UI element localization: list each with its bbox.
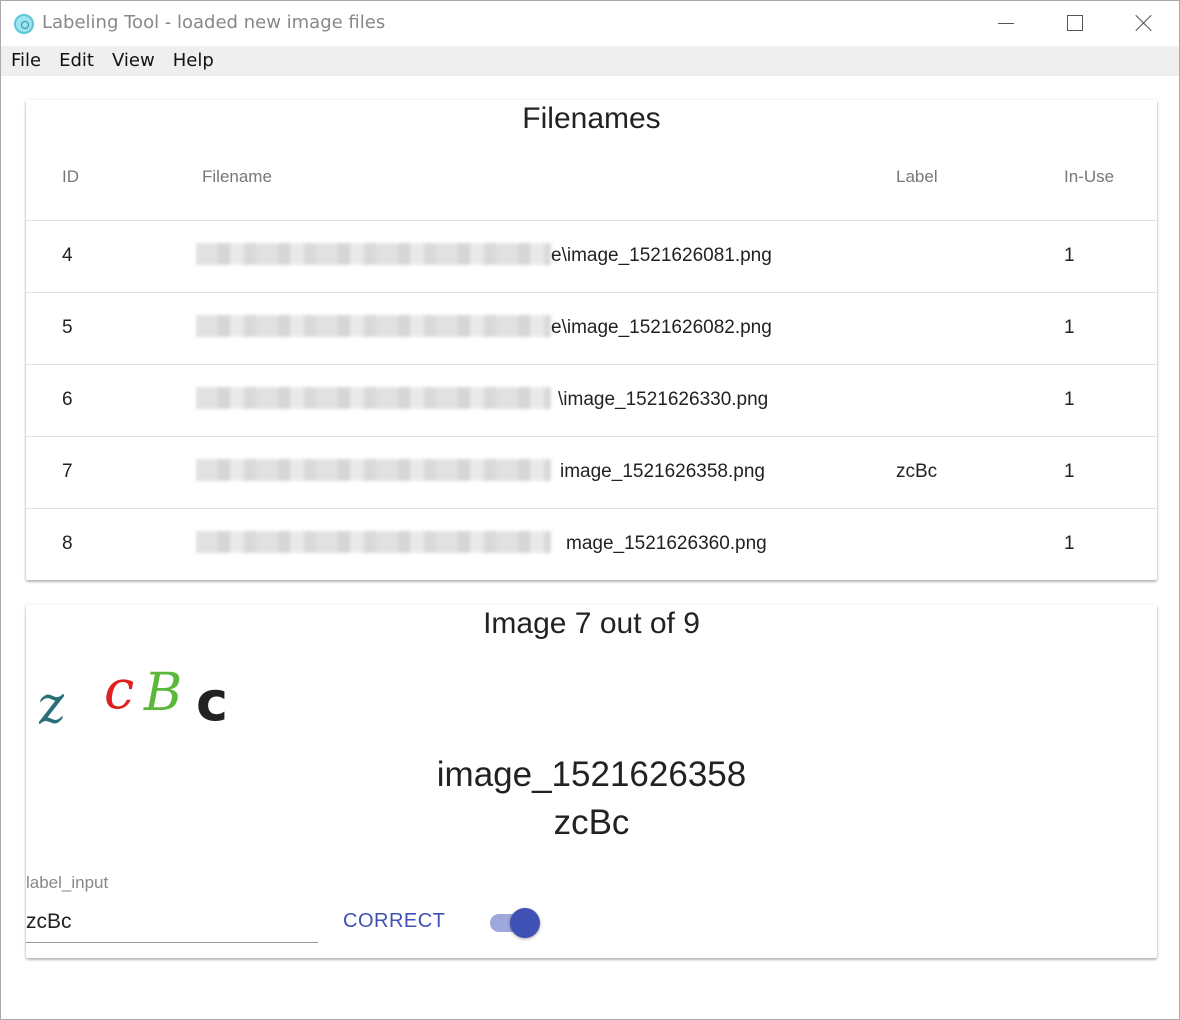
captcha-letters: z c B c: [36, 660, 228, 735]
table-row[interactable]: 6 \image_1521626330.png 1: [26, 364, 1157, 436]
cell-filename: \image_1521626330.png: [196, 386, 796, 411]
menu-bar: File Edit View Help: [1, 46, 1179, 76]
column-header-id: ID: [62, 167, 79, 186]
window-title: Labeling Tool - loaded new image files: [42, 12, 386, 33]
filenames-title: Filenames: [522, 102, 661, 135]
toggle-thumb: [510, 908, 540, 938]
cell-id: 7: [62, 461, 73, 482]
maximize-icon: [1067, 15, 1083, 31]
image-name: image_1521626358: [436, 755, 747, 794]
column-header-label: Label: [896, 167, 938, 186]
minimize-button[interactable]: [971, 1, 1041, 45]
cell-filename: e\image_1521626081.png: [196, 242, 796, 267]
table-row[interactable]: 7 image_1521626358.png zcBc 1: [26, 436, 1157, 508]
cell-id: 8: [62, 533, 73, 554]
in-use-toggle[interactable]: [490, 907, 542, 938]
filenames-card: Filenames ID Filename Label In-Use 4 e\i…: [26, 100, 1157, 580]
label-input-caption: label_input: [26, 873, 109, 892]
cell-in-use: 1: [1064, 461, 1075, 482]
redacted-path: [196, 530, 551, 553]
image-counter-title: Image 7 out of 9: [483, 607, 700, 640]
maximize-button[interactable]: [1040, 1, 1110, 45]
cell-in-use: 1: [1064, 245, 1075, 266]
captcha-letter: B: [143, 663, 182, 723]
table-row[interactable]: 5 e\image_1521626082.png 1: [26, 292, 1157, 364]
cell-label: zcBc: [896, 461, 938, 482]
table-body: 4 e\image_1521626081.png 1 5 e\image_152…: [26, 220, 1157, 580]
menu-file[interactable]: File: [1, 46, 50, 76]
correct-button[interactable]: CORRECT: [331, 903, 457, 939]
minimize-icon: [998, 22, 1014, 24]
captcha-image: z c B c: [36, 660, 228, 735]
app-window: Labeling Tool - loaded new image files F…: [0, 0, 1180, 1020]
cell-id: 6: [62, 389, 73, 410]
cell-in-use: 1: [1064, 317, 1075, 338]
redacted-path: [196, 386, 551, 409]
captcha-letter: z: [36, 674, 69, 735]
menu-help[interactable]: Help: [164, 46, 223, 76]
column-header-in-use: In-Use: [1064, 167, 1115, 186]
cell-id: 4: [62, 245, 73, 266]
column-header-filename: Filename: [202, 167, 272, 186]
cell-in-use: 1: [1064, 533, 1075, 554]
close-button[interactable]: [1109, 1, 1179, 45]
cell-filename: image_1521626358.png: [196, 458, 796, 483]
cell-filename: e\image_1521626082.png: [196, 314, 796, 339]
app-icon: [14, 14, 34, 34]
captcha-letter: c: [196, 670, 228, 733]
image-card: Image 7 out of 9 z c B c image_152162635…: [26, 605, 1157, 958]
cell-in-use: 1: [1064, 389, 1075, 410]
image-label: zcBc: [553, 803, 630, 842]
cell-filename: mage_1521626360.png: [196, 530, 796, 555]
redacted-path: [196, 458, 551, 481]
table-row[interactable]: 8 mage_1521626360.png 1: [26, 508, 1157, 580]
captcha-letter: c: [104, 660, 134, 721]
label-input[interactable]: [26, 901, 318, 943]
cell-id: 5: [62, 317, 73, 338]
table-row[interactable]: 4 e\image_1521626081.png 1: [26, 220, 1157, 292]
menu-edit[interactable]: Edit: [50, 46, 103, 76]
redacted-path: [196, 314, 551, 337]
close-icon: [1135, 14, 1153, 32]
title-bar: Labeling Tool - loaded new image files: [1, 1, 1179, 45]
menu-view[interactable]: View: [103, 46, 164, 76]
redacted-path: [196, 242, 551, 265]
